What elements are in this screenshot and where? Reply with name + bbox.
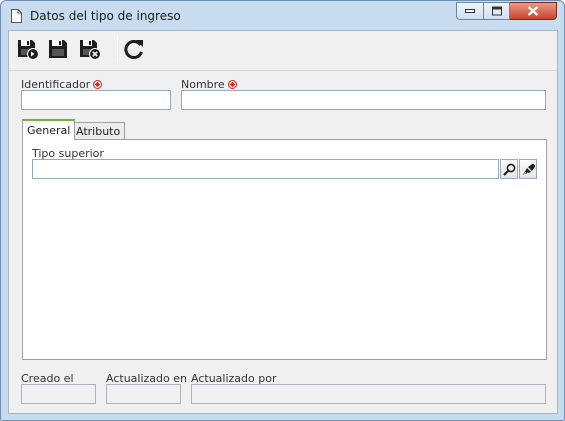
tab-atributo[interactable]: Atributo	[71, 122, 126, 139]
save-icon	[49, 40, 67, 58]
dialog-window: Datos del tipo de ingreso Identificador …	[0, 0, 565, 421]
document-icon	[11, 9, 22, 23]
identificador-input[interactable]	[21, 90, 171, 110]
tab-general[interactable]: General	[22, 119, 76, 140]
actualizado-en-field	[106, 384, 181, 404]
refresh-icon	[124, 40, 143, 59]
refresh-button[interactable]	[122, 37, 146, 61]
tab-panel-general: Tipo superior	[22, 139, 547, 360]
clear-button[interactable]	[519, 159, 537, 179]
save-and-new-icon	[18, 40, 39, 60]
required-icon	[93, 80, 103, 89]
required-icon	[227, 80, 237, 89]
close-icon	[527, 6, 539, 16]
tipo-superior-input[interactable]	[32, 159, 499, 179]
nombre-input[interactable]	[181, 90, 546, 110]
actualizado-por-field	[191, 384, 546, 404]
search-button[interactable]	[500, 159, 518, 179]
save-and-new-button[interactable]	[16, 37, 40, 61]
maximize-icon	[491, 6, 502, 16]
minimize-button[interactable]	[456, 2, 483, 20]
minimize-icon	[465, 9, 475, 13]
toolbar-separator	[117, 36, 118, 63]
save-button[interactable]	[47, 37, 71, 61]
eraser-icon	[523, 163, 536, 176]
maximize-button[interactable]	[483, 2, 510, 20]
save-and-close-button[interactable]	[78, 37, 102, 61]
dialog-client-area: Identificador Nombre General Atributo Ti…	[8, 30, 558, 414]
title-bar[interactable]: Datos del tipo de ingreso	[1, 1, 564, 31]
search-icon	[503, 163, 516, 176]
window-title: Datos del tipo de ingreso	[30, 9, 181, 23]
close-button[interactable]	[510, 2, 557, 20]
creado-el-field	[21, 384, 96, 404]
save-and-close-icon	[80, 40, 101, 60]
toolbar	[9, 31, 557, 71]
